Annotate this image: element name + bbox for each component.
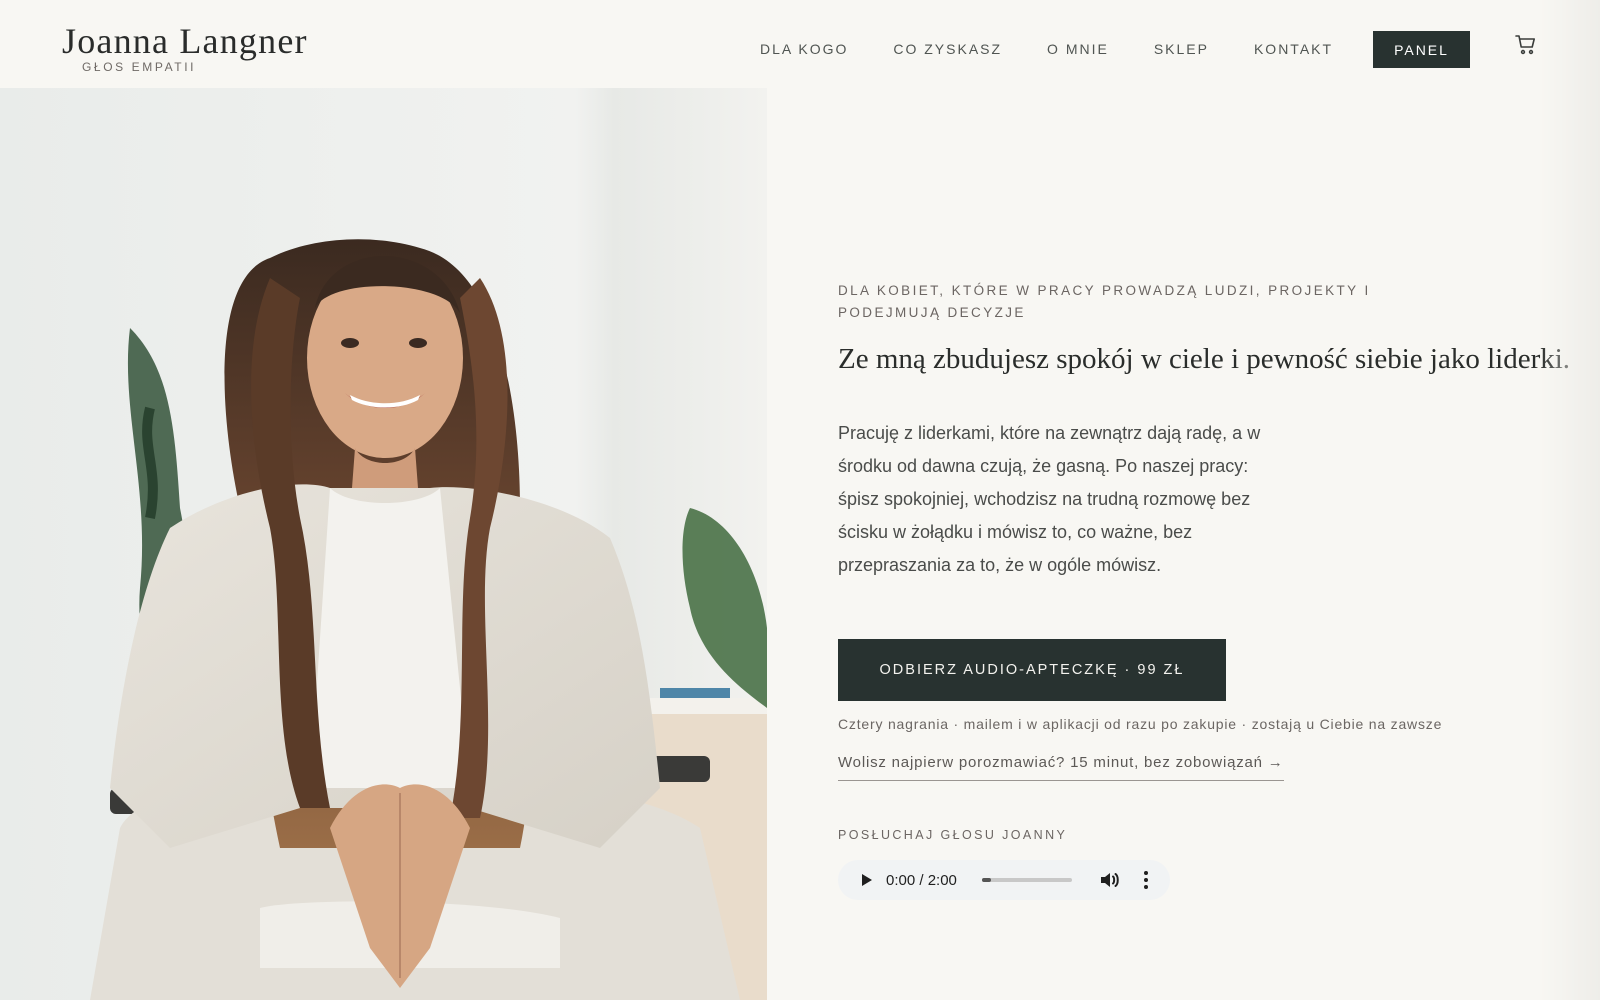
cta-note: Cztery nagrania · mailem i w aplikacji o… <box>838 716 1443 732</box>
edge-shade <box>1540 0 1600 1000</box>
hero-headline: Ze mną zbudujesz spokój w ciele i pewnoś… <box>838 343 1571 375</box>
audio-time: 0:00 / 2:00 <box>886 871 957 889</box>
nav-item-co-zyskasz[interactable]: CO ZYSKASZ <box>893 41 1002 57</box>
site-header: Joanna Langner GŁOS EMPATII DLA KOGO CO … <box>0 0 1600 88</box>
hero-eyebrow: DLA KOBIET, KTÓRE W PRACY PROWADZĄ LUDZI… <box>838 283 1371 320</box>
nav-item-kontakt[interactable]: KONTAKT <box>1254 41 1333 57</box>
listen-label: POSŁUCHAJ GŁOSU JOANNY <box>838 828 1068 842</box>
volume-icon[interactable] <box>1098 868 1122 892</box>
logo-subtitle: GŁOS EMPATII <box>82 60 197 74</box>
nav-item-dla-kogo[interactable]: DLA KOGO <box>760 41 848 57</box>
nav-item-o-mnie[interactable]: O MNIE <box>1047 41 1109 57</box>
portrait-illustration <box>0 88 767 1000</box>
buy-audio-button[interactable]: ODBIERZ AUDIO-APTECZKĘ · 99 ZŁ <box>838 639 1226 701</box>
logo-name[interactable]: Joanna Langner <box>62 20 308 62</box>
cart-icon[interactable] <box>1514 33 1538 57</box>
play-icon[interactable] <box>846 860 886 900</box>
audio-player: 0:00 / 2:00 <box>838 860 1170 900</box>
hero-lead: Pracuję z liderkami, które na zewnątrz d… <box>838 423 1261 575</box>
audio-progress-slider[interactable] <box>982 878 1072 882</box>
panel-button[interactable]: PANEL <box>1373 31 1470 68</box>
consultation-link[interactable]: Wolisz najpierw porozmawiać? 15 minut, b… <box>838 754 1284 781</box>
hero-photo <box>0 88 767 1000</box>
more-options-icon[interactable] <box>1134 868 1158 892</box>
main-nav: DLA KOGO CO ZYSKASZ O MNIE SKLEP KONTAKT <box>760 30 1378 68</box>
audio-progress-fill <box>982 878 991 882</box>
nav-item-sklep[interactable]: SKLEP <box>1154 41 1209 57</box>
